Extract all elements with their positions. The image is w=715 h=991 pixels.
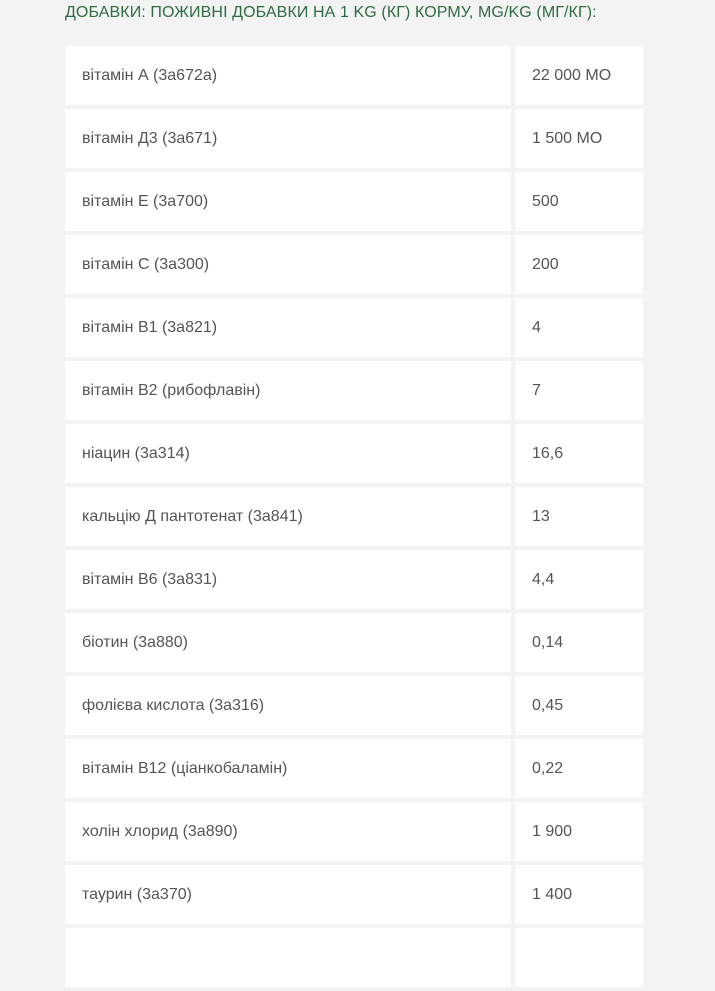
table-row: вітамін В2 (рибофлавін) 7: [65, 361, 643, 420]
additive-name: вітамін В2 (рибофлавін): [65, 361, 511, 420]
additive-value: 1 400: [515, 865, 643, 924]
additive-name: таурин (3а370): [65, 865, 511, 924]
additive-value: 0,22: [515, 739, 643, 798]
table-row: вітамін В1 (3а821) 4: [65, 298, 643, 357]
additive-value: 200: [515, 235, 643, 294]
additive-value: 1 900: [515, 802, 643, 861]
additive-name: вітамін В12 (ціанкобаламін): [65, 739, 511, 798]
additive-value: 16,6: [515, 424, 643, 483]
additive-name: вітамін Е (3а700): [65, 172, 511, 231]
table-row: вітамін Д3 (3а671) 1 500 МО: [65, 109, 643, 168]
additive-name: холін хлорид (3а890): [65, 802, 511, 861]
table-row: біотин (3а880) 0,14: [65, 613, 643, 672]
additives-table: вітамін А (3а672а) 22 000 МО вітамін Д3 …: [65, 46, 643, 991]
table-row: таурин (3а370) 1 400: [65, 865, 643, 924]
additive-name: вітамін В6 (3а831): [65, 550, 511, 609]
table-row: ніацин (3а314) 16,6: [65, 424, 643, 483]
additive-value: [515, 928, 643, 987]
table-row: вітамін В12 (ціанкобаламін) 0,22: [65, 739, 643, 798]
table-row: вітамін А (3а672а) 22 000 МО: [65, 46, 643, 105]
additive-value: 4: [515, 298, 643, 357]
additive-value: 0,14: [515, 613, 643, 672]
additive-name: фолієва кислота (3а316): [65, 676, 511, 735]
table-row: холін хлорид (3а890) 1 900: [65, 802, 643, 861]
additive-value: 500: [515, 172, 643, 231]
table-row: кальцію Д пантотенат (3а841) 13: [65, 487, 643, 546]
additive-name: біотин (3а880): [65, 613, 511, 672]
additive-name: вітамін А (3а672а): [65, 46, 511, 105]
table-row: вітамін Е (3а700) 500: [65, 172, 643, 231]
table-row: вітамін С (3а300) 200: [65, 235, 643, 294]
additive-value: 22 000 МО: [515, 46, 643, 105]
additive-name: вітамін В1 (3а821): [65, 298, 511, 357]
section-heading: ДОБАВКИ: ПОЖИВНІ ДОБАВКИ НА 1 KG (КГ) КО…: [65, 4, 597, 21]
additive-name: ніацин (3а314): [65, 424, 511, 483]
additive-value: 7: [515, 361, 643, 420]
additive-value: 1 500 МО: [515, 109, 643, 168]
table-row: вітамін В6 (3а831) 4,4: [65, 550, 643, 609]
additive-name: кальцію Д пантотенат (3а841): [65, 487, 511, 546]
table-row: фолієва кислота (3а316) 0,45: [65, 676, 643, 735]
additive-value: 4,4: [515, 550, 643, 609]
additive-value: 13: [515, 487, 643, 546]
additive-value: 0,45: [515, 676, 643, 735]
additive-name: вітамін С (3а300): [65, 235, 511, 294]
table-row: [65, 928, 643, 987]
additive-name: [65, 928, 511, 987]
additive-name: вітамін Д3 (3а671): [65, 109, 511, 168]
